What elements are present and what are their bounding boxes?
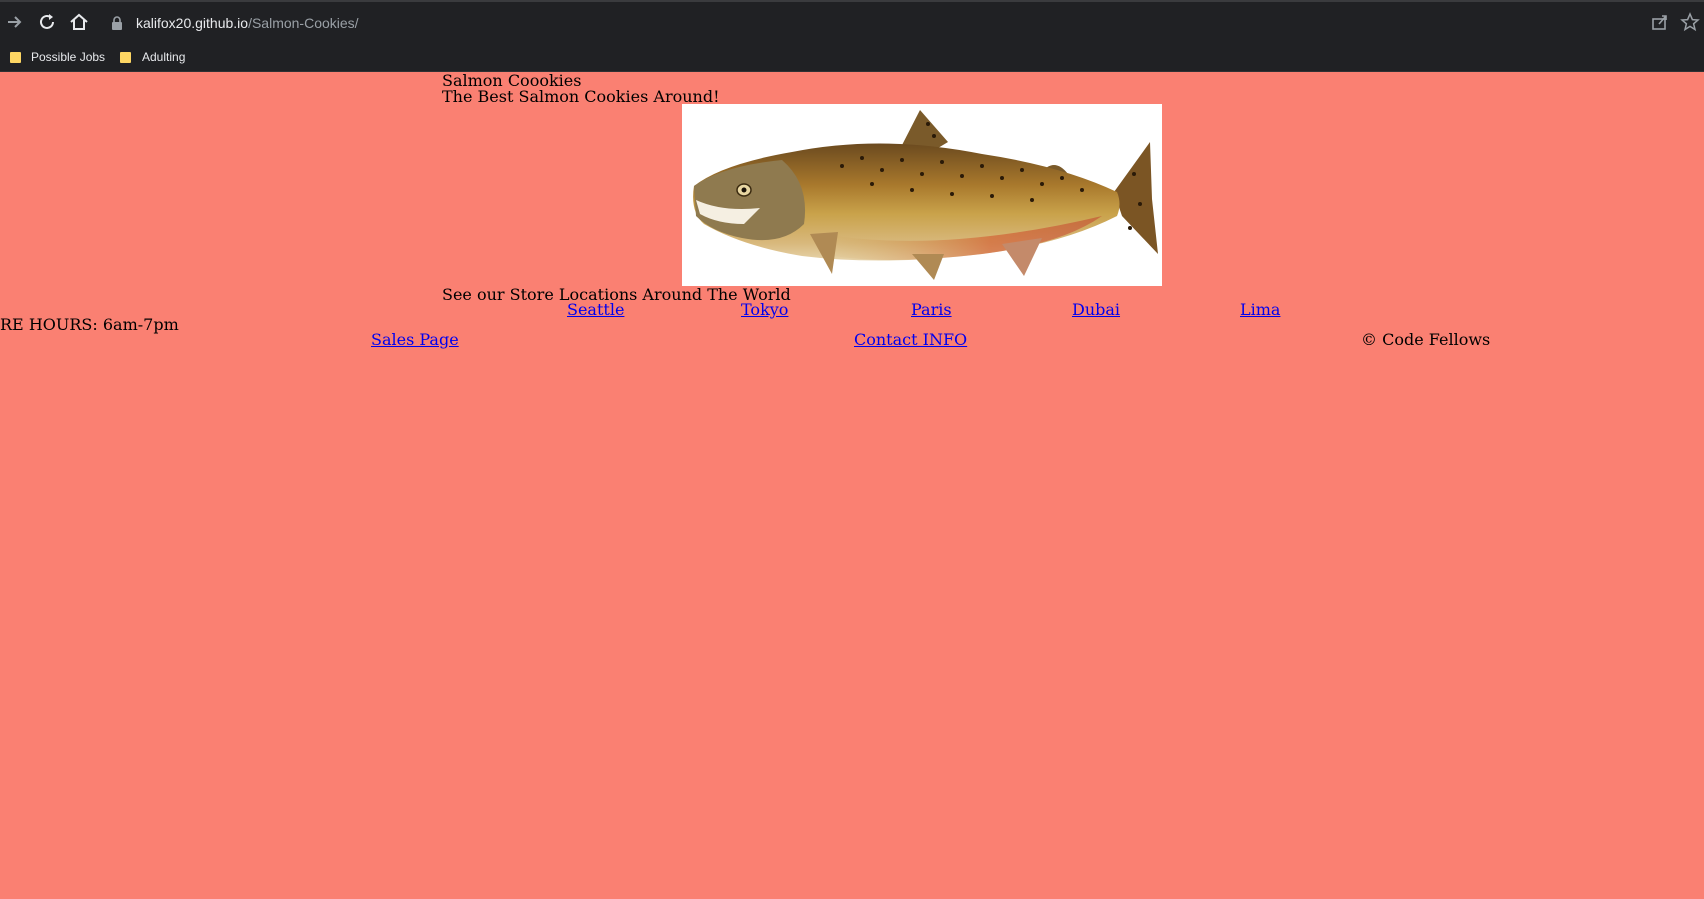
bookmark-star-icon[interactable] <box>1680 12 1700 32</box>
reload-icon[interactable] <box>36 11 58 33</box>
store-hours: RE HOURS: 6am-7pm <box>0 315 179 334</box>
share-icon[interactable] <box>1650 12 1670 32</box>
url-path: /Salmon-Cookies/ <box>248 15 359 31</box>
location-link-tokyo[interactable]: Tokyo <box>741 301 788 319</box>
location-link-paris[interactable]: Paris <box>911 301 952 319</box>
address-bar[interactable]: kalifox20.github.io/Salmon-Cookies/ <box>110 10 1670 36</box>
lock-icon <box>112 16 122 30</box>
sales-page-link[interactable]: Sales Page <box>371 331 459 349</box>
bookmark-label: Possible Jobs <box>31 50 106 64</box>
forward-icon[interactable] <box>4 11 26 33</box>
browser-toolbar: kalifox20.github.io/Salmon-Cookies/ <box>0 0 1704 42</box>
url-host: kalifox20.github.io <box>136 15 249 31</box>
bookmark-possible-jobs[interactable]: Possible Jobs <box>10 42 110 72</box>
tagline: The Best Salmon Cookies Around! <box>442 87 720 106</box>
folder-icon <box>10 52 21 63</box>
url-text: kalifox20.github.io/Salmon-Cookies/ <box>136 10 359 36</box>
bookmark-label: Adulting <box>142 50 186 64</box>
bookmark-adulting[interactable]: Adulting <box>120 42 200 72</box>
location-link-seattle[interactable]: Seattle <box>567 301 624 319</box>
salmon-image <box>682 104 1162 286</box>
home-icon[interactable] <box>68 11 90 33</box>
location-link-lima[interactable]: Lima <box>1240 301 1280 319</box>
location-link-dubai[interactable]: Dubai <box>1072 301 1120 319</box>
page-content: Salmon Coookies The Best Salmon Cookies … <box>0 72 1704 899</box>
bookmarks-bar: Possible Jobs Adulting <box>0 42 1704 72</box>
folder-icon <box>120 52 131 63</box>
contact-info-link[interactable]: Contact INFO <box>854 331 967 349</box>
copyright: © Code Fellows <box>1361 330 1491 349</box>
